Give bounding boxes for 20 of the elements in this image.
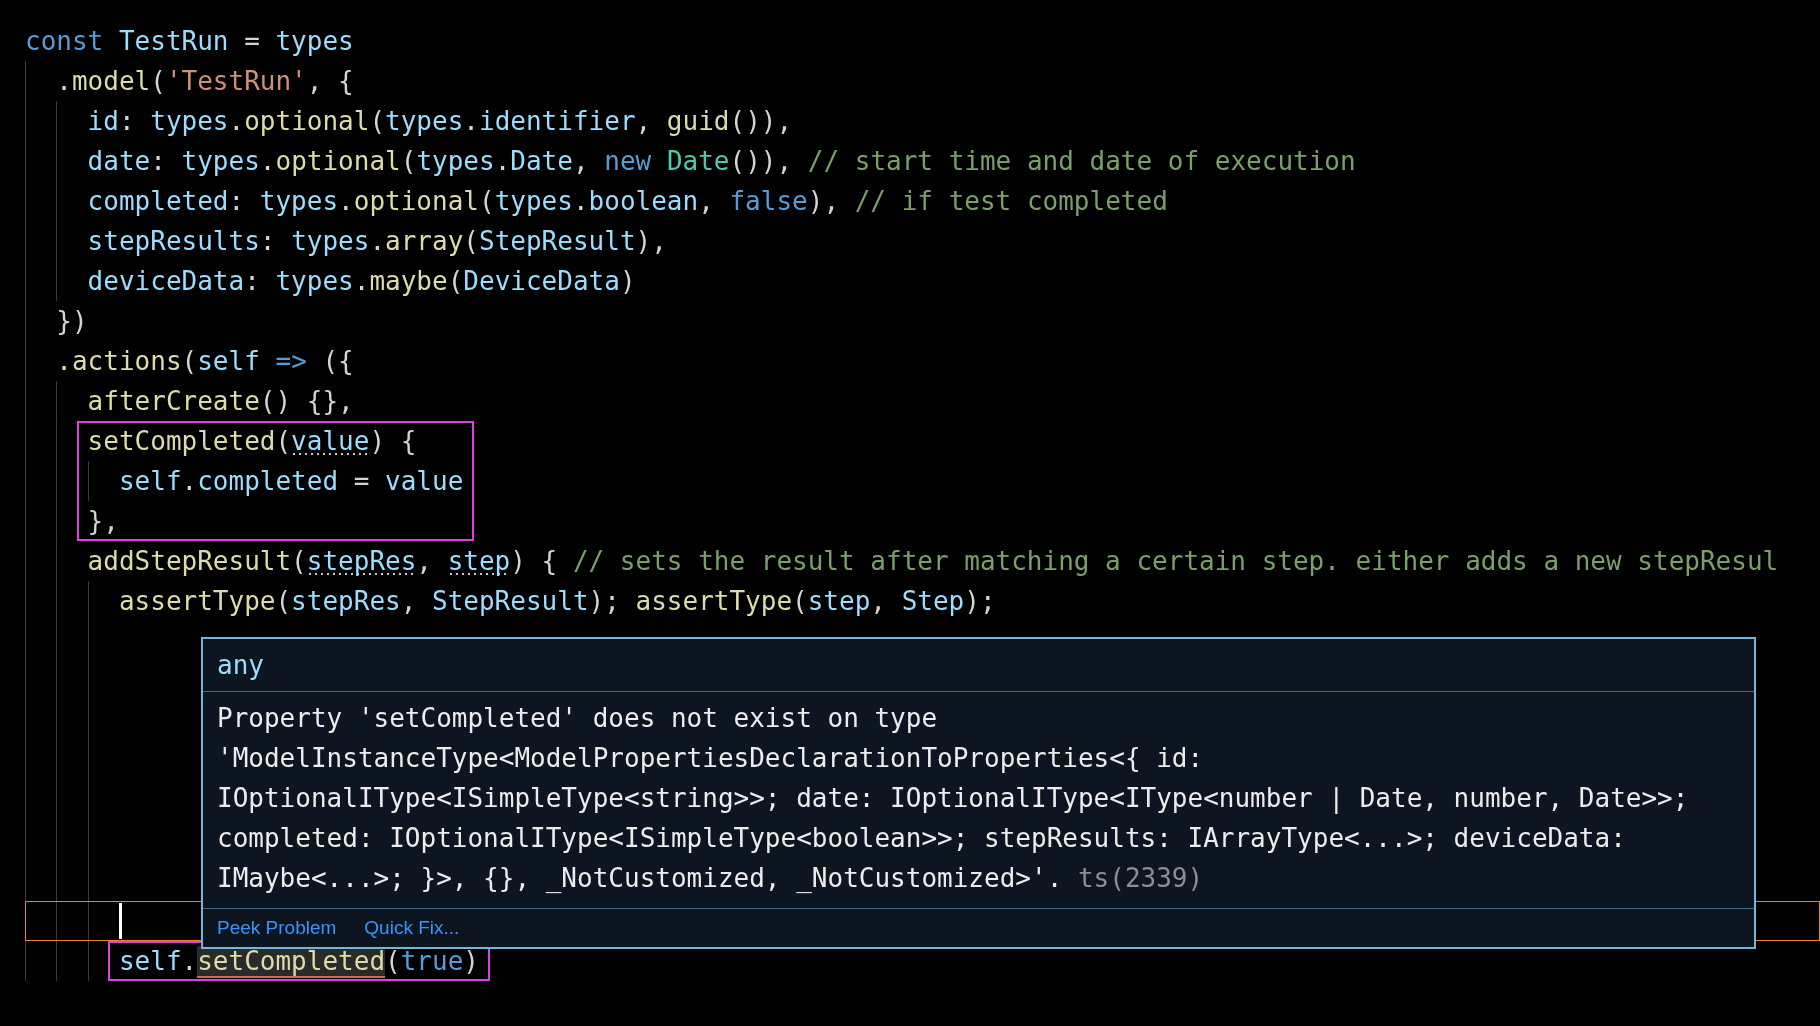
code-line: date: types.optional(types.Date, new Date()), // start time and date of execution bbox=[86, 146, 1356, 176]
code-line: }) bbox=[55, 306, 88, 336]
action-link[interactable]: Peek Problem bbox=[217, 909, 337, 947]
type-text: any bbox=[217, 650, 264, 680]
code-line: .model('TestRun', { bbox=[55, 66, 354, 96]
code-line: const TestRun = types bbox=[25, 26, 354, 56]
code-line: }, bbox=[86, 506, 119, 536]
code-line: self.completed = value bbox=[117, 466, 464, 496]
code-line: completed: types.optional(types.boolean, false), // if test completed bbox=[86, 186, 1168, 216]
code-line: id: types.optional(types.identifier, guid()), bbox=[86, 106, 793, 136]
code-line: afterCreate() {}, bbox=[86, 386, 354, 416]
code-line: stepResults: types.array(StepResult), bbox=[86, 226, 667, 256]
code-line: addStepResult(stepRes, step) { // sets the result after matching a certain step. either adds a new stepResul bbox=[86, 546, 1779, 576]
text-cursor bbox=[118, 903, 122, 939]
code-line: assertType(stepRes, StepResult); assertType(step, Step); bbox=[117, 586, 996, 616]
error-message: Property 'setCompleted' does not exist on type 'ModelInstanceType<ModelPropertiesDeclarationToProperties<{ id: IOptionalIType<ISimpleType<string>>; date: IOptionalIType<IType<number | Date, number, Date>>; completed: IOptionalIType<ISimpleType<boolean>>; stepResults: IArrayType<...>; deviceData: IMaybe<...>; }>, {}, _NotCustomized, _NotCustomized>'. ts(2339) bbox=[216, 702, 1690, 895]
code-line: .actions(self => ({ bbox=[55, 346, 354, 376]
action-link[interactable]: Quick Fix... bbox=[364, 909, 460, 947]
code-line: setCompleted(value) { bbox=[86, 426, 417, 456]
code-line: deviceData: types.maybe(DeviceData) bbox=[86, 266, 636, 296]
